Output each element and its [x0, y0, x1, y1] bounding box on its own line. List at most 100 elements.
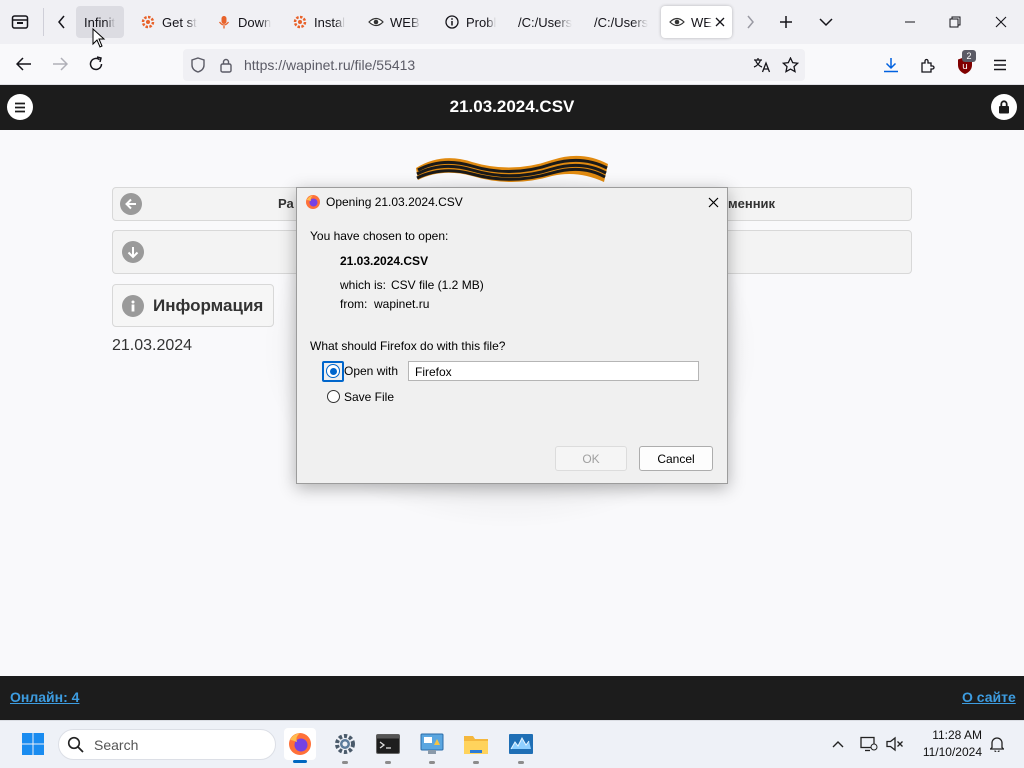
search-icon	[67, 736, 84, 758]
back-arrow-icon[interactable]	[120, 193, 142, 215]
close-window-button[interactable]	[989, 10, 1013, 34]
clock-time[interactable]: 11:28 AM	[916, 728, 982, 742]
monitor-chart-icon	[509, 734, 533, 754]
list-all-tabs-button[interactable]	[814, 10, 838, 34]
firefox-view-icon	[11, 15, 29, 29]
save-file-radio[interactable]	[327, 390, 340, 403]
folder-icon	[464, 736, 488, 754]
about-link[interactable]: О сайте	[962, 689, 1016, 705]
network-monitor-icon	[860, 736, 878, 752]
tab-9[interactable]: WE	[661, 6, 732, 38]
file-date: 21.03.2024	[112, 337, 193, 354]
arrow-left-icon	[16, 57, 31, 71]
open-with-radio[interactable]	[326, 364, 340, 378]
running-indicator	[429, 761, 435, 764]
running-indicator	[518, 761, 524, 764]
tab-6[interactable]: Probl	[436, 6, 504, 38]
tab-title: Get st	[162, 14, 197, 30]
ok-button[interactable]: OK	[555, 446, 627, 471]
network-status-button[interactable]	[858, 733, 880, 755]
tab-4[interactable]: Instal	[284, 6, 354, 38]
volume-button[interactable]	[884, 733, 906, 755]
chosen-label: You have chosen to open:	[310, 229, 449, 243]
gear-favicon-icon	[292, 14, 308, 30]
taskbar-file-explorer[interactable]	[460, 728, 492, 760]
restore-button[interactable]	[943, 10, 967, 34]
forward-button[interactable]	[48, 52, 72, 76]
taskbar-terminal[interactable]	[372, 728, 404, 760]
taskbar-search-box[interactable]	[58, 729, 276, 760]
windows-logo-icon	[22, 733, 44, 755]
open-with-label[interactable]: Open with	[344, 364, 398, 378]
mouse-cursor-icon	[92, 27, 106, 53]
tab-scroll-right-button[interactable]	[740, 10, 760, 34]
reload-button[interactable]	[84, 52, 108, 76]
hamburger-menu-icon	[994, 59, 1006, 71]
tab-title: WEB	[390, 14, 420, 30]
extensions-button[interactable]	[916, 53, 940, 77]
question-label: What should Firefox do with this file?	[310, 339, 506, 353]
tab-close-icon[interactable]	[715, 17, 725, 27]
taskbar-control-panel[interactable]	[416, 728, 448, 760]
translate-button[interactable]	[750, 53, 774, 77]
open-file-dialog: Opening 21.03.2024.CSV You have chosen t…	[296, 187, 728, 484]
notifications-button[interactable]	[987, 733, 1007, 755]
search-placeholder: Search	[94, 737, 139, 753]
tracking-protection-button[interactable]	[188, 54, 208, 76]
tab-2[interactable]: Get st	[132, 6, 200, 38]
tab-3[interactable]: Down	[208, 6, 280, 38]
firefox-view-button[interactable]	[8, 10, 32, 34]
taskbar-settings[interactable]	[329, 728, 361, 760]
lock-icon	[220, 58, 232, 73]
tab-separator	[43, 8, 44, 36]
star-icon	[781, 57, 799, 73]
terminal-icon	[376, 734, 400, 754]
tab-scroll-left-button[interactable]	[52, 10, 72, 34]
close-icon	[708, 197, 718, 207]
lock-icon	[999, 100, 1009, 114]
info-heading: Информация	[153, 296, 264, 315]
url-text[interactable]: https://wapinet.ru/file/55413	[244, 57, 415, 73]
downloads-button[interactable]	[879, 53, 903, 77]
extension-badge: 2	[962, 50, 976, 62]
minimize-button[interactable]	[898, 10, 922, 34]
firefox-icon	[289, 733, 311, 755]
app-menu-button[interactable]	[988, 53, 1012, 77]
save-file-label[interactable]: Save File	[344, 390, 394, 404]
firefox-logo-icon	[305, 194, 321, 210]
running-indicator	[385, 761, 391, 764]
arrow-right-icon	[53, 57, 68, 71]
taskbar-firefox[interactable]	[284, 728, 316, 760]
site-footer	[0, 676, 1024, 720]
clock-date[interactable]: 11/10/2024	[916, 745, 982, 759]
login-button[interactable]	[991, 94, 1017, 120]
tab-5[interactable]: WEB	[360, 6, 428, 38]
download-arrow-icon[interactable]	[122, 241, 144, 263]
cancel-button[interactable]: Cancel	[639, 446, 713, 471]
plus-icon	[780, 16, 792, 28]
online-count-link[interactable]: Онлайн: 4	[10, 689, 79, 705]
open-with-app-select[interactable]: Firefox	[408, 361, 699, 381]
minimize-icon	[905, 21, 915, 23]
tab-7[interactable]: /C:/Users	[510, 6, 582, 38]
tab-8[interactable]: /C:/Users	[586, 6, 658, 38]
dialog-close-button[interactable]	[701, 192, 725, 212]
new-tab-button[interactable]	[774, 10, 798, 34]
running-indicator	[473, 761, 479, 764]
back-button[interactable]	[12, 52, 36, 76]
taskbar-resource-monitor[interactable]	[505, 728, 537, 760]
site-security-button[interactable]	[216, 54, 236, 76]
gear-icon	[335, 734, 355, 754]
file-name: 21.03.2024.CSV	[340, 254, 429, 268]
start-button[interactable]	[17, 728, 49, 760]
puzzle-icon	[921, 58, 935, 73]
restore-icon	[949, 16, 961, 28]
bell-icon	[990, 737, 1004, 752]
show-hidden-icons-button[interactable]	[828, 734, 848, 754]
shield-icon	[191, 57, 205, 73]
download-icon	[884, 58, 898, 73]
chevron-down-icon	[819, 18, 833, 27]
from-value: wapinet.ru	[374, 297, 430, 311]
eye-favicon-icon	[368, 14, 384, 30]
bookmark-star-button[interactable]	[778, 53, 802, 77]
